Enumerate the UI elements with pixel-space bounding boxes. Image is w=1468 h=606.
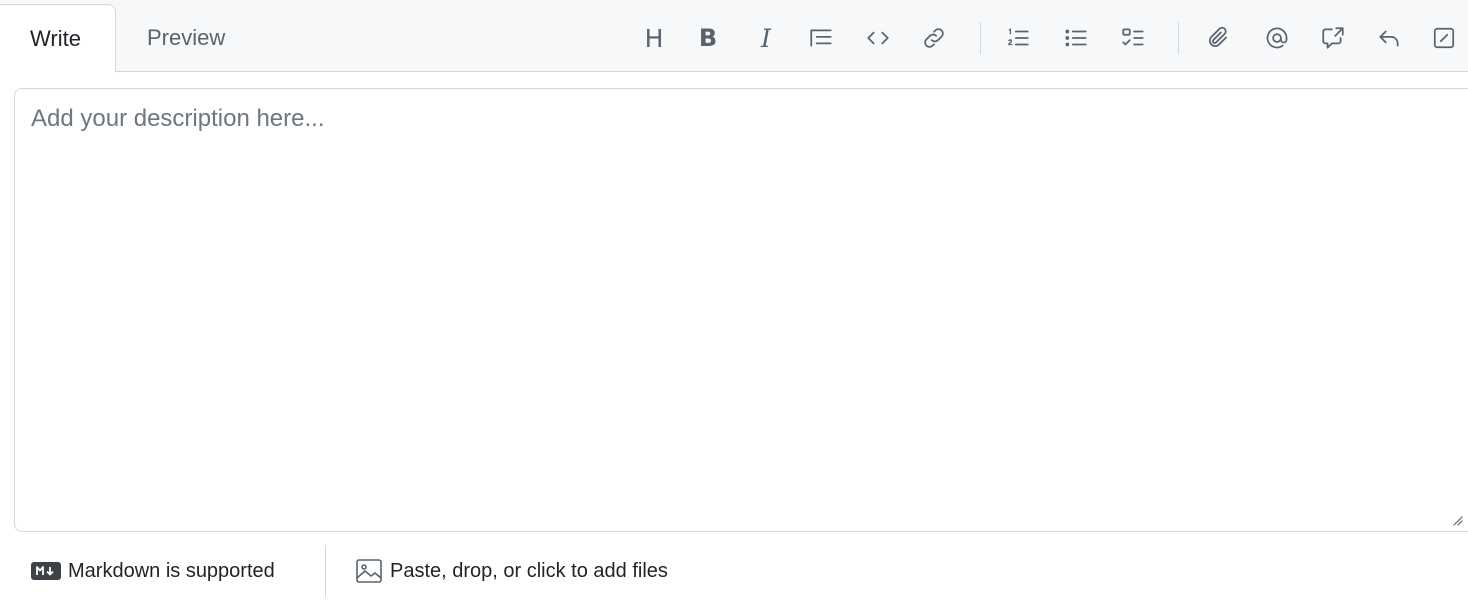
reply-icon [1379, 30, 1399, 47]
numbered-list-button[interactable] [998, 16, 1038, 60]
reference-icon [1322, 27, 1344, 49]
code-button[interactable] [858, 16, 898, 60]
bold-icon: B [698, 24, 718, 52]
resize-handle-icon[interactable] [1452, 515, 1464, 527]
slash-command-button[interactable] [1424, 16, 1464, 60]
add-files-label: Paste, drop, or click to add files [390, 559, 668, 582]
task-list-icon [1122, 28, 1144, 46]
footer-divider [325, 545, 326, 597]
unordered-list-icon [1065, 29, 1087, 47]
markdown-supported-link[interactable]: Markdown is supported [31, 545, 275, 597]
attach-button[interactable] [1199, 16, 1239, 60]
heading-button[interactable]: H [634, 16, 674, 60]
description-textarea[interactable] [15, 89, 1468, 531]
link-icon [924, 28, 944, 48]
unordered-list-button[interactable] [1056, 16, 1096, 60]
task-list-button[interactable] [1113, 16, 1153, 60]
toolbar-divider [1178, 22, 1179, 54]
editor-footer: Markdown is supported Paste, drop, or cl… [0, 545, 1468, 597]
slash-command-icon [1433, 27, 1455, 49]
code-icon [867, 31, 889, 45]
mention-icon [1266, 27, 1288, 49]
attach-icon [1208, 26, 1227, 47]
markdown-label: Markdown is supported [68, 559, 275, 582]
tab-write[interactable]: Write [0, 4, 116, 73]
mention-button[interactable] [1257, 16, 1297, 60]
description-editor [14, 88, 1468, 532]
italic-icon: I [761, 23, 771, 53]
bold-button[interactable]: B [688, 16, 728, 60]
link-button[interactable] [914, 16, 954, 60]
add-files-button[interactable]: Paste, drop, or click to add files [355, 545, 668, 597]
quote-icon [810, 29, 832, 47]
numbered-list-icon [1008, 28, 1029, 46]
quote-button[interactable] [801, 16, 841, 60]
image-icon [356, 559, 382, 583]
editor-header: Write Preview H B I [0, 0, 1468, 73]
italic-button[interactable]: I [746, 16, 786, 60]
toolbar-divider [980, 22, 981, 54]
markdown-icon [31, 562, 61, 580]
reference-button[interactable] [1313, 16, 1353, 60]
reply-button[interactable] [1369, 16, 1409, 60]
heading-icon: H [644, 23, 664, 53]
tab-preview[interactable]: Preview [147, 4, 225, 72]
